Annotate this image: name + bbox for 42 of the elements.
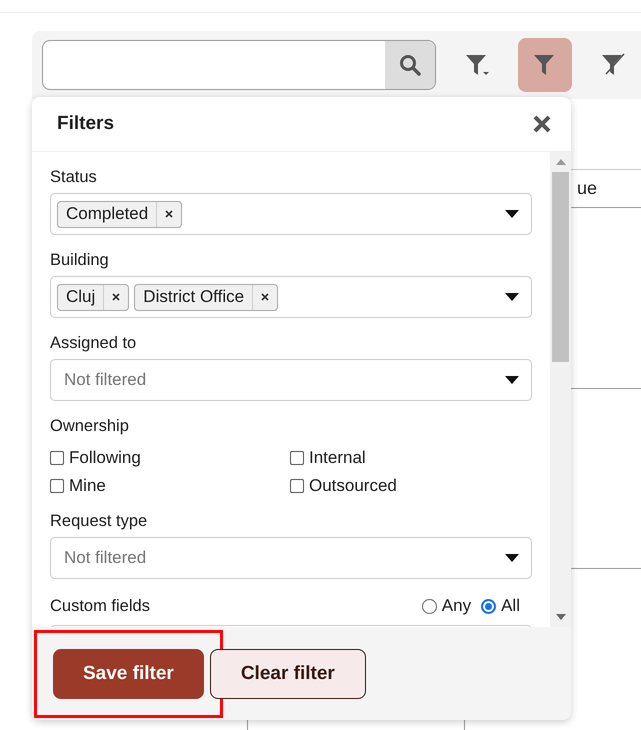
checkbox[interactable] [290, 451, 304, 465]
funnel-icon [600, 52, 626, 78]
panel-title: Filters [57, 113, 114, 135]
select-field[interactable]: Not filtered [50, 359, 532, 401]
search-field[interactable] [42, 40, 436, 90]
selected-tag[interactable]: Completed [57, 200, 182, 228]
checkbox[interactable] [50, 451, 64, 465]
caret-icon [505, 554, 519, 562]
radio-label: Any [442, 596, 472, 616]
radio-label: All [501, 596, 520, 616]
selected-tag[interactable]: District Office [134, 284, 278, 310]
caret-icon [505, 293, 519, 301]
checkbox[interactable] [290, 479, 304, 493]
search-icon [399, 54, 421, 76]
scroll-down-icon[interactable] [556, 613, 566, 621]
caret-icon [505, 376, 519, 384]
field-label: Assigned to [50, 334, 138, 353]
selected-tag[interactable]: Cluj [57, 284, 130, 310]
funnel-icon [464, 52, 490, 78]
field-label: Custom fields [50, 596, 150, 616]
radio-button[interactable] [422, 598, 437, 614]
close-icon[interactable] [533, 115, 551, 133]
caret-icon [505, 210, 519, 218]
scrollbar[interactable] [550, 152, 571, 627]
checkbox-label: Following [69, 448, 141, 468]
search-button[interactable] [385, 41, 435, 89]
checkbox-label: Outsourced [309, 476, 397, 496]
checkbox-label: Internal [309, 448, 366, 468]
field-label: Status [50, 168, 98, 187]
checkbox[interactable] [50, 479, 64, 493]
field-label: Ownership [50, 417, 130, 436]
select-field[interactable]: Not filtered [50, 537, 532, 579]
field-label: Request type [50, 512, 148, 531]
clear-button[interactable]: Clear filter [210, 648, 366, 698]
field-label: Building [50, 251, 110, 270]
radio-button[interactable] [481, 598, 496, 614]
checkbox-label: Mine [69, 476, 106, 496]
column-header: ue [576, 177, 598, 200]
multiselect-field[interactable]: Completed [50, 193, 532, 235]
save-button[interactable]: Save filter [53, 648, 204, 698]
filter-button[interactable] [518, 38, 572, 92]
multiselect-field[interactable]: Cluj District Office [50, 276, 532, 318]
